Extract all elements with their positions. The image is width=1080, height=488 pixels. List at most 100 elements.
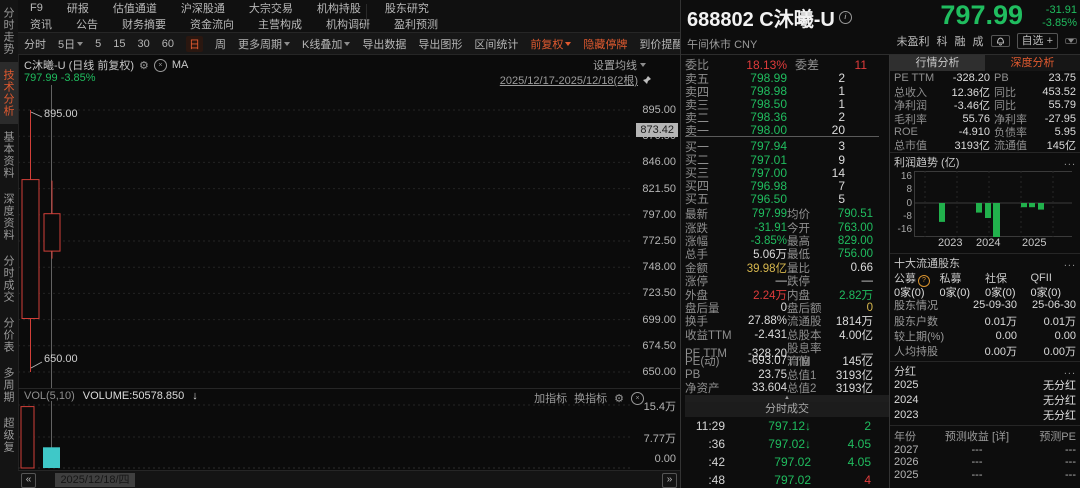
bid-row[interactable]: 买二797.019	[685, 151, 889, 164]
menu-divider	[366, 4, 367, 28]
sidebar-item-price-table[interactable]: 分价表	[0, 310, 18, 360]
more-button[interactable]: ...	[1064, 257, 1076, 269]
stat-row: 净资产33.604总值23193亿	[685, 380, 889, 393]
sidebar-item-fundamentals[interactable]: 基本资料	[0, 124, 18, 186]
tick-trade-row: :36797.02↓4.05	[685, 435, 889, 453]
menu-financial-summary[interactable]: 财务摘要	[122, 16, 166, 32]
ask-row[interactable]: 卖四798.981	[685, 83, 889, 96]
forecast-row: 2026------	[894, 456, 1076, 469]
sidebar-item-deep-info[interactable]: 深度资料	[0, 186, 18, 248]
sidebar-item-technical-analysis[interactable]: 技术分析	[0, 62, 18, 124]
menu-profit-forecast[interactable]: 盈利预测	[394, 16, 438, 32]
tab-depth-analysis[interactable]: 深度分析	[985, 55, 1080, 71]
bid-row[interactable]: 买一797.943	[685, 138, 889, 151]
tick-trade-row: 11:29797.12↓2	[685, 417, 889, 435]
period-15min[interactable]: 15	[113, 38, 125, 50]
sidebar-item-timeline[interactable]: 分时走势	[0, 0, 18, 62]
stat-row: 外盘2.24万内盘2.82万	[685, 287, 889, 300]
ask-row[interactable]: 卖三798.501	[685, 96, 889, 109]
financial-row: 总市值3193亿流通值145亿	[894, 137, 1076, 150]
caret-down-icon	[344, 42, 350, 46]
info-icon[interactable]: i	[839, 11, 852, 24]
gear-icon[interactable]: ⚙	[139, 59, 149, 72]
gear-icon[interactable]: ⚙	[614, 392, 624, 405]
low-annotation: 650.00	[44, 353, 78, 365]
profit-trend-title: 利润趋势 (亿)	[894, 154, 959, 170]
more-periods-dropdown[interactable]: 更多周期	[238, 36, 290, 52]
ma-settings-dropdown[interactable]: 设置均线	[593, 57, 646, 73]
period-weekly[interactable]: 周	[215, 36, 226, 52]
sidebar-item-tick-trades[interactable]: 分时成交	[0, 248, 18, 310]
badge-component: 成	[973, 33, 984, 49]
menu-research-reports[interactable]: 研报	[67, 0, 89, 16]
menu-hk-connect[interactable]: 沪深股通	[181, 0, 225, 16]
tick-trades-header: 分时成交	[685, 402, 889, 417]
scroll-right-button[interactable]: »	[662, 473, 677, 488]
forecast-row: 2027------	[894, 444, 1076, 457]
forecast-earnings-header[interactable]: 预测收益 [详]	[934, 428, 1020, 444]
profit-bars	[914, 171, 1072, 237]
menu-main-business[interactable]: 主营构成	[258, 16, 302, 32]
period-daily-active[interactable]: 日	[186, 36, 203, 52]
sidebar-item-multi-period[interactable]: 多周期	[0, 360, 18, 410]
volume-indicator-label[interactable]: VOL(5,10)	[24, 390, 75, 402]
main-chart-panel: C沐曦-U (日线 前复权) ⚙ × MA 设置均线 797.99 -3.85%…	[18, 55, 680, 388]
switch-indicator-button[interactable]: 换指标	[574, 390, 607, 406]
volume-arrow: ↓	[192, 390, 198, 402]
kline-overlay-dropdown[interactable]: K线叠加	[302, 36, 350, 52]
menu-shareholder-research[interactable]: 股东研究	[385, 0, 429, 16]
collapse-handle[interactable]: ▲	[685, 395, 889, 402]
more-button[interactable]: ...	[1064, 156, 1076, 168]
bid-row[interactable]: 买四796.987	[685, 177, 889, 190]
ma-overlay-label: MA	[172, 59, 189, 71]
export-data-button[interactable]: 导出数据	[362, 36, 406, 52]
close-icon[interactable]: ×	[631, 392, 644, 405]
menu-f9[interactable]: F9	[30, 2, 43, 14]
price-alert-button[interactable]: 到价提醒	[639, 36, 683, 52]
stat-row: 最新797.99均价790.51	[685, 206, 889, 219]
ask-row[interactable]: 卖一798.0020	[685, 122, 889, 135]
financial-row: 净利润-3.46亿同比55.79	[894, 97, 1076, 110]
scroll-left-button[interactable]: «	[21, 473, 36, 488]
tab-market-analysis[interactable]: 行情分析	[890, 55, 985, 71]
bid-row[interactable]: 买五796.505	[685, 190, 889, 203]
menu-news[interactable]: 资讯	[30, 16, 52, 32]
bid-row[interactable]: 买三797.0014	[685, 164, 889, 177]
forecast-row: 2025------	[894, 469, 1076, 482]
more-button[interactable]: ...	[1064, 365, 1076, 377]
currency-label: CNY	[734, 39, 757, 51]
add-watchlist-button[interactable]: 自选 +	[1017, 33, 1058, 49]
stat-row: 涨停—跌停—	[685, 273, 889, 286]
ask-row[interactable]: 卖二798.362	[685, 109, 889, 122]
order-book-panel: 委比 18.13% 委差 11 卖五798.992 卖四798.981 卖三79…	[681, 55, 890, 488]
stock-code-name: 688802 C沐曦-U	[687, 3, 835, 32]
range-statistics-button[interactable]: 区间统计	[474, 36, 518, 52]
period-5day[interactable]: 5日	[58, 36, 83, 52]
forward-adjust-dropdown[interactable]: 前复权	[530, 36, 571, 52]
dividend-title: 分红	[894, 363, 916, 379]
period-toolbar: 分时 5日 5 15 30 60 日 周 更多周期 K线叠加 导出数据 导出图形…	[18, 32, 680, 55]
alert-bell-button[interactable]	[991, 35, 1010, 47]
menu-announcements[interactable]: 公告	[76, 16, 98, 32]
caret-down-icon	[284, 42, 290, 46]
period-30min[interactable]: 30	[138, 38, 150, 50]
candlestick-chart[interactable]	[18, 85, 680, 388]
export-image-button[interactable]: 导出图形	[418, 36, 462, 52]
add-indicator-button[interactable]: 加指标	[534, 390, 567, 406]
hide-suspended-button[interactable]: 隐藏停牌	[583, 36, 627, 52]
close-icon[interactable]: ×	[154, 59, 167, 72]
menu-institution-survey[interactable]: 机构调研	[326, 16, 370, 32]
menu-money-flow[interactable]: 资金流向	[190, 16, 234, 32]
period-5min[interactable]: 5	[95, 38, 101, 50]
period-60min[interactable]: 60	[162, 38, 174, 50]
period-intraday[interactable]: 分时	[24, 36, 46, 52]
chart-scrollbar[interactable]: « 2025/12/18/四 »	[18, 470, 680, 488]
menu-institution-holdings[interactable]: 机构持股	[317, 0, 361, 16]
sidebar-item-super-replay[interactable]: 超级复	[0, 410, 18, 460]
stat-row: 金额39.98亿量比0.66	[685, 260, 889, 273]
watchlist-dropdown[interactable]	[1065, 38, 1077, 44]
quote-section: 688802 C沐曦-U i 午间休市 CNY 797.99 -31.91 -3…	[680, 0, 1080, 488]
menu-block-trades[interactable]: 大宗交易	[249, 0, 293, 16]
menu-valuation-channel[interactable]: 估值通道	[113, 0, 157, 16]
date-chip[interactable]: 2025/12/18/四	[55, 473, 135, 487]
